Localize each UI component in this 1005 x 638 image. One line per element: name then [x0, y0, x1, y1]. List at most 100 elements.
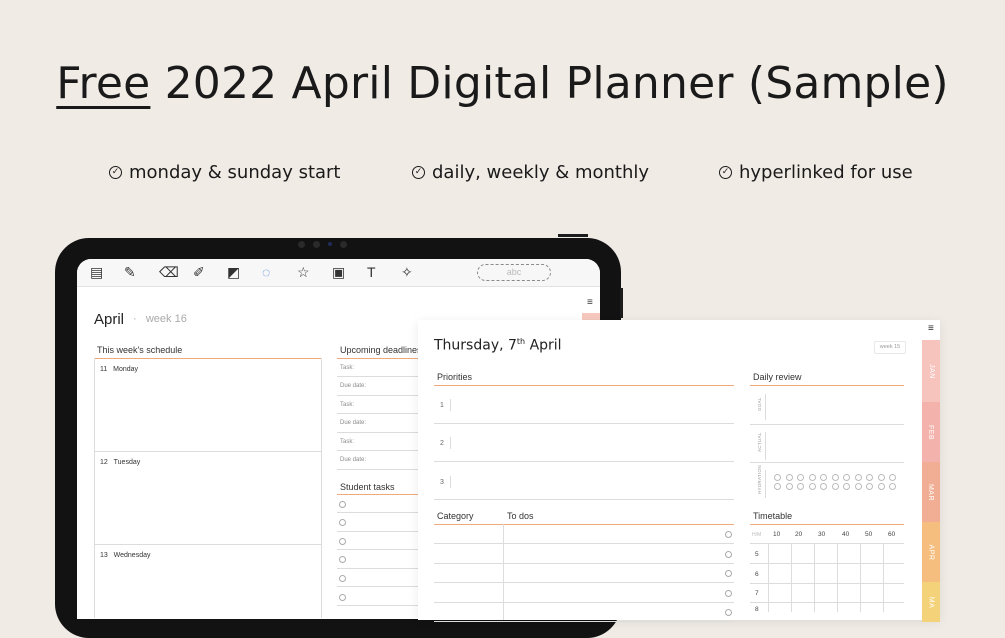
- divider: [750, 524, 904, 525]
- divider: [337, 395, 418, 396]
- timetable-cell-divider: [768, 543, 769, 612]
- todo-checkbox[interactable]: [725, 550, 732, 558]
- divider: [750, 424, 904, 425]
- todo-row[interactable]: [434, 543, 734, 544]
- pen-icon[interactable]: ✎: [124, 264, 136, 281]
- hydration-circle[interactable]: [866, 474, 873, 481]
- text-icon[interactable]: T: [367, 264, 376, 280]
- deadline-field[interactable]: Due date:: [340, 383, 366, 389]
- deadline-field[interactable]: Task:: [340, 439, 354, 445]
- timetable-cell-divider: [791, 543, 792, 612]
- hydration-circle[interactable]: [889, 474, 896, 481]
- timetable-cell-divider: [860, 543, 861, 612]
- hydration-circle[interactable]: [820, 483, 827, 490]
- task-checkbox[interactable]: [339, 594, 346, 601]
- hydration-circle[interactable]: [808, 474, 816, 481]
- hydration-circle[interactable]: [854, 474, 862, 481]
- hydration-circle[interactable]: [877, 483, 885, 490]
- lasso-icon[interactable]: ◌: [262, 264, 270, 280]
- hydration-circle[interactable]: [866, 483, 873, 490]
- todo-checkbox[interactable]: [725, 531, 732, 538]
- divider: [337, 358, 418, 359]
- priority-number: 3: [440, 479, 444, 486]
- divider: [94, 544, 322, 545]
- check-circle-icon: ✓: [109, 166, 122, 179]
- hydration-circle[interactable]: [831, 483, 839, 490]
- pen-preview[interactable]: abc: [477, 264, 551, 281]
- hydration-circle[interactable]: [854, 483, 862, 490]
- priority-row[interactable]: [434, 423, 734, 424]
- divider: [765, 432, 766, 460]
- month-tab-feb[interactable]: FEB: [922, 402, 940, 462]
- day-row[interactable]: 12 Tuesday: [100, 459, 140, 466]
- highlighter-icon[interactable]: ✐: [193, 264, 205, 281]
- weekly-week-label: · week 16: [133, 313, 187, 325]
- hydration-circle[interactable]: [785, 483, 793, 490]
- todo-row[interactable]: [434, 582, 734, 583]
- laser-pointer-icon[interactable]: ✧: [401, 264, 413, 281]
- divider: [450, 399, 451, 411]
- priority-row[interactable]: [434, 499, 734, 500]
- divider: [337, 413, 418, 414]
- minute-label: 60: [888, 531, 896, 538]
- todo-row[interactable]: [434, 562, 734, 564]
- task-checkbox[interactable]: [339, 519, 346, 526]
- divider: [750, 583, 904, 584]
- task-checkbox[interactable]: [339, 538, 346, 545]
- hydration-circle[interactable]: [820, 474, 827, 481]
- task-checkbox[interactable]: [339, 501, 346, 508]
- deadline-field[interactable]: Task:: [340, 365, 354, 371]
- deadline-field[interactable]: Due date:: [340, 457, 366, 463]
- hydration-circle[interactable]: [797, 474, 804, 481]
- day-row[interactable]: 11 Monday: [100, 366, 138, 373]
- priority-number: 1: [440, 402, 444, 409]
- hydration-circle[interactable]: [774, 474, 781, 481]
- divider: [321, 358, 322, 618]
- priority-row[interactable]: [434, 461, 734, 462]
- hydration-circle[interactable]: [889, 483, 896, 490]
- minute-label: 40: [842, 531, 850, 538]
- task-checkbox[interactable]: [339, 575, 346, 582]
- todo-checkbox[interactable]: [725, 609, 732, 616]
- pages-icon[interactable]: ▤: [90, 264, 103, 281]
- review-label: HYDRATION: [757, 465, 762, 494]
- deadline-field[interactable]: Task:: [340, 402, 354, 408]
- todo-checkbox[interactable]: [725, 570, 732, 577]
- sticker-icon[interactable]: ☆: [297, 264, 310, 281]
- divider: [765, 470, 766, 498]
- weekly-menu-icon[interactable]: ≡: [587, 297, 593, 308]
- shapes-icon[interactable]: ◩: [227, 264, 240, 281]
- todo-row[interactable]: [434, 621, 734, 622]
- todo-checkbox[interactable]: [725, 589, 732, 597]
- day-row[interactable]: 13 Wednesday: [100, 552, 150, 559]
- feature-label: hyperlinked for use: [739, 162, 913, 183]
- hydration-circle[interactable]: [831, 474, 839, 481]
- daily-review-title: Daily review: [753, 372, 802, 382]
- hydration-circle[interactable]: [843, 474, 850, 481]
- month-tab-apr[interactable]: APR: [922, 522, 940, 582]
- month-tab-may[interactable]: MA: [922, 582, 940, 622]
- page-headline: Free 2022 April Digital Planner (Sample): [0, 58, 1005, 109]
- hydration-circle[interactable]: [797, 483, 804, 490]
- hydration-circle[interactable]: [843, 483, 850, 490]
- hour-label: 6: [755, 571, 759, 578]
- eraser-icon[interactable]: ⌫: [159, 264, 179, 281]
- divider: [750, 385, 904, 386]
- deadline-field[interactable]: Due date:: [340, 420, 366, 426]
- hydration-circle[interactable]: [808, 483, 816, 490]
- hydration-circle[interactable]: [785, 474, 793, 481]
- task-checkbox[interactable]: [339, 556, 346, 563]
- hydration-circle[interactable]: [774, 483, 781, 490]
- todo-row[interactable]: [434, 601, 734, 603]
- month-tab-mar[interactable]: MAR: [922, 462, 940, 522]
- daily-menu-icon[interactable]: ≡: [928, 323, 934, 334]
- timetable-title: Timetable: [753, 511, 793, 521]
- headline-text: 2022 April Digital Planner (Sample): [164, 58, 949, 109]
- divider: [337, 512, 418, 513]
- month-tab-jan[interactable]: JAN: [922, 340, 940, 402]
- hydration-circle[interactable]: [877, 474, 885, 481]
- divider: [337, 376, 418, 377]
- week-badge[interactable]: week 15: [874, 341, 906, 354]
- feature-item: ✓ daily, weekly & monthly: [412, 162, 649, 183]
- image-icon[interactable]: ▣: [332, 264, 345, 281]
